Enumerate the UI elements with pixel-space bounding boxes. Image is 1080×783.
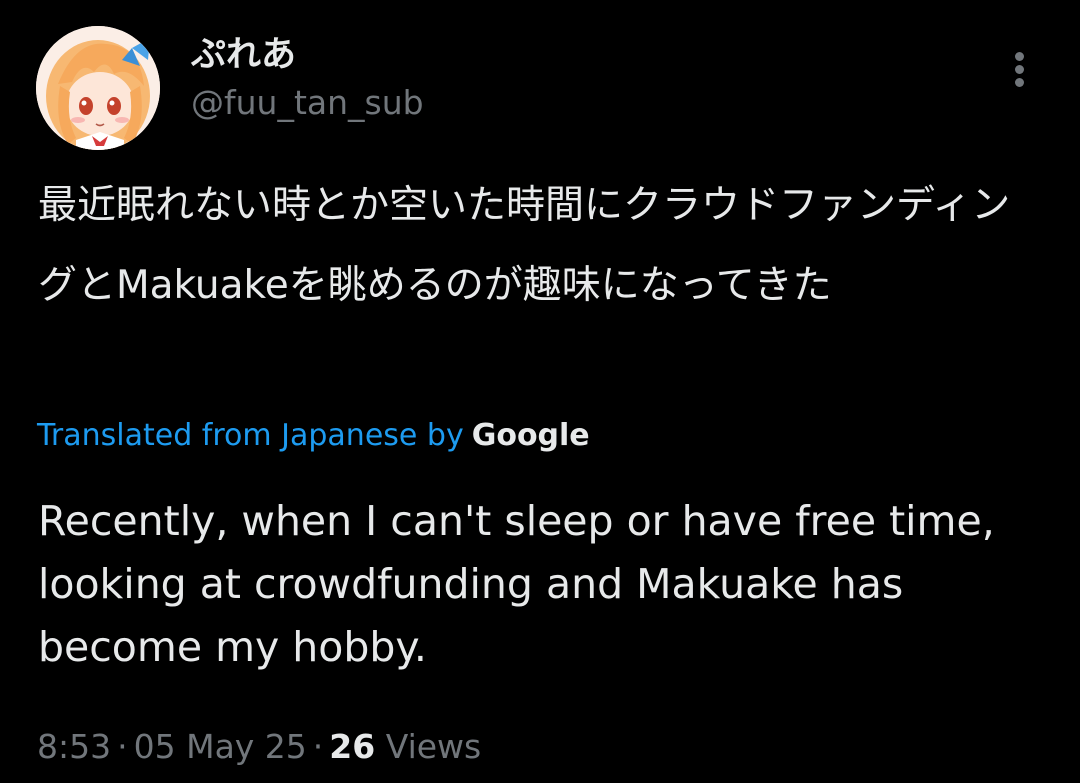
meta-separator: ·	[312, 727, 324, 766]
views-label: Views	[385, 727, 482, 766]
google-logo-text: Google	[471, 418, 590, 453]
tweet-translated-text: Recently, when I can't sleep or have fre…	[38, 497, 995, 671]
meta-separator: ·	[117, 727, 128, 766]
tweet-meta: 8:53 · 05 May 25 · 26 Views	[37, 724, 481, 770]
views-count[interactable]: 26	[329, 727, 375, 766]
author-display-name[interactable]: ぷれあ	[191, 32, 296, 78]
author-handle[interactable]: @fuu_tan_sub	[191, 80, 424, 126]
tweet-card: ぷれあ @fuu_tan_sub 最近眠れない時とか空いた時間にクラウドファンデ…	[0, 0, 1080, 783]
translation-attribution: Translated from Japanese by Google	[37, 414, 590, 458]
translation-link[interactable]: Translated from Japanese by	[37, 418, 464, 453]
author-avatar[interactable]	[36, 26, 160, 150]
tweet-time[interactable]: 8:53	[37, 727, 111, 766]
anime-girl-avatar-icon	[36, 26, 160, 150]
tweet-original-text: 最近眠れない時とか空いた時間にクラウドファンディングとMakuakeを眺めるのが…	[38, 183, 1011, 308]
more-options-button[interactable]	[996, 44, 1044, 92]
tweet-date[interactable]: 05 May 25	[134, 727, 307, 766]
